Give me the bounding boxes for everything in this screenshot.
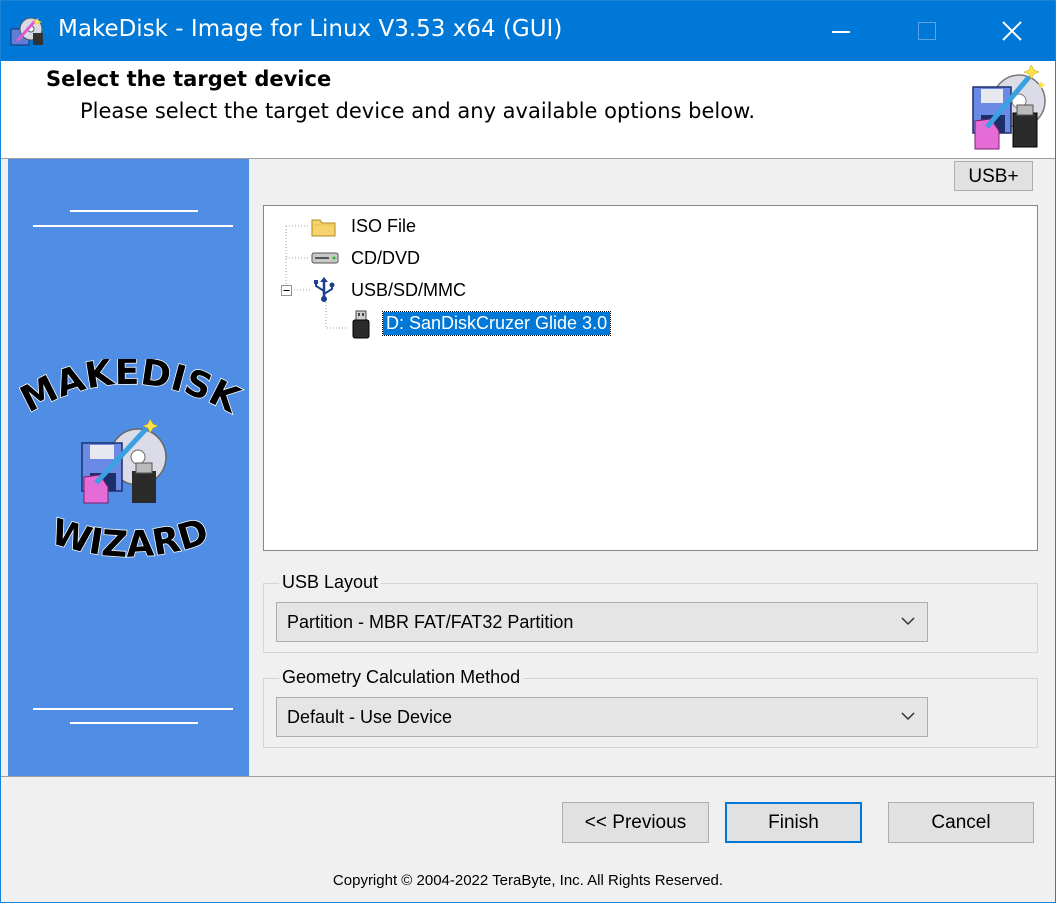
usb-plus-button[interactable]: USB+ [954,161,1033,191]
drive-icon [311,252,339,264]
close-icon[interactable] [969,1,1055,61]
side-brand-bottom: WIZARD [46,511,214,567]
cancel-button[interactable]: Cancel [888,802,1034,843]
side-divider [33,708,233,710]
previous-button[interactable]: << Previous [562,802,709,843]
minimize-icon[interactable] [797,1,883,61]
usb-layout-group: USB Layout Partition - MBR FAT/FAT32 Par… [263,572,1038,653]
chevron-down-icon [901,617,915,626]
tree-item-usb-sd-mmc[interactable]: USB/SD/MMC [351,280,466,301]
side-divider [33,225,233,227]
geometry-value: Default - Use Device [287,707,453,727]
button-bar: << Previous Finish Cancel Copyright © 20… [1,776,1055,902]
copyright-text: Copyright © 2004-2022 TeraByte, Inc. All… [332,872,724,889]
collapse-icon[interactable] [281,285,292,296]
title-bar[interactable]: MakeDisk - Image for Linux V3.53 x64 (GU… [1,1,1055,61]
geometry-group: Geometry Calculation Method Default - Us… [263,667,1038,748]
usb-stick-icon [352,310,370,339]
geometry-select[interactable]: Default - Use Device [276,697,928,737]
usb-icon [314,277,335,302]
tree-item-iso-file[interactable]: ISO File [351,216,416,237]
wizard-header: Select the target device Please select t… [1,61,1055,159]
tree-item-usb-device[interactable]: D: SanDiskCruzer Glide 3.0 [381,311,612,336]
svg-text:MAKEDISK: MAKEDISK [14,359,247,422]
app-icon [10,17,43,46]
svg-text:WIZARD: WIZARD [47,511,213,566]
folder-icon [311,219,336,237]
side-brand-top: MAKEDISK [13,359,247,423]
device-tree[interactable]: ISO File CD/DVD USB/SD/MMC D: SanDiskCru… [263,205,1038,551]
page-subtitle: Please select the target device and any … [80,99,756,123]
window-title: MakeDisk - Image for Linux V3.53 x64 (GU… [58,16,563,42]
usb-layout-value: Partition - MBR FAT/FAT32 Partition [287,612,574,632]
usb-layout-select[interactable]: Partition - MBR FAT/FAT32 Partition [276,602,928,642]
chevron-down-icon [901,712,915,721]
side-divider [70,210,198,212]
makedisk-window: MakeDisk - Image for Linux V3.53 x64 (GU… [0,0,1056,903]
makedisk-logo-icon [81,418,167,504]
maximize-icon [883,1,969,61]
side-divider [70,722,198,724]
makedisk-logo-icon [972,64,1046,150]
makedisk-wizard-logo: MAKEDISK WIZARD [13,359,247,567]
wizard-side-panel: MAKEDISK WIZARD [8,159,249,776]
page-title: Select the target device [46,67,332,91]
geometry-label: Geometry Calculation Method [279,667,524,688]
finish-button[interactable]: Finish [725,802,862,843]
tree-item-cd-dvd[interactable]: CD/DVD [351,248,420,269]
usb-layout-label: USB Layout [279,572,382,593]
